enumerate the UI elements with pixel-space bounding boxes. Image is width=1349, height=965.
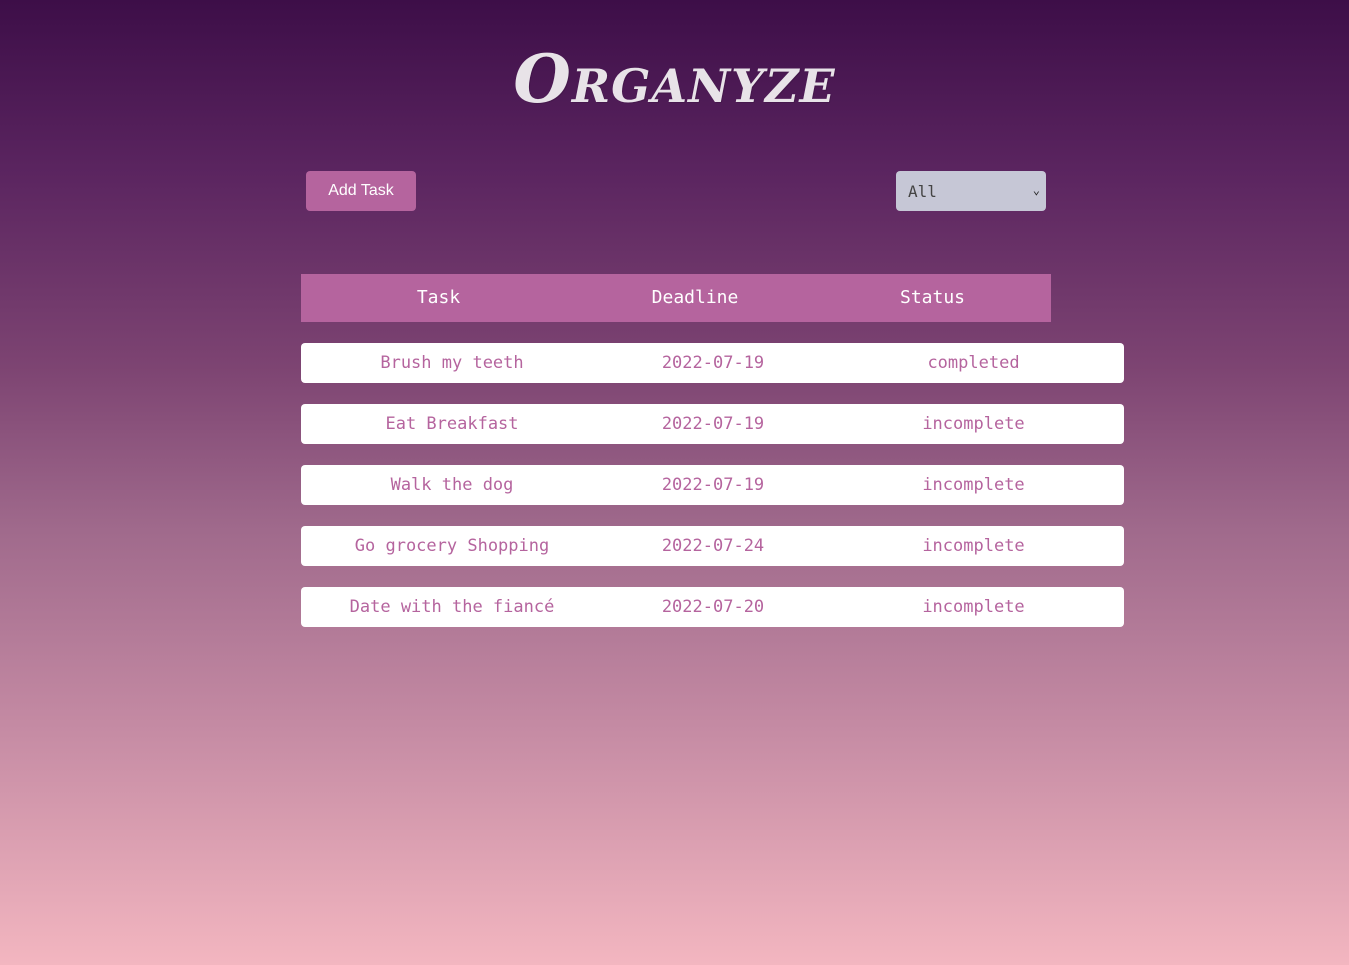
task-row[interactable]: Eat Breakfast 2022-07-19 incomplete [301,404,1124,444]
task-deadline: 2022-07-24 [661,536,765,556]
task-status[interactable]: incomplete [823,587,1124,627]
chevron-down-icon: ⌄ [1032,183,1040,197]
task-status[interactable]: incomplete [823,404,1124,444]
task-name: Go grocery Shopping [354,536,550,556]
app-title: Organyze [513,40,836,118]
task-deadline: 2022-07-20 [661,597,765,617]
task-deadline: 2022-07-19 [661,475,765,495]
task-status[interactable]: completed [823,343,1124,383]
header-deadline: Deadline [651,287,739,308]
task-name: Date with the fiancé [349,597,555,617]
task-row[interactable]: Date with the fiancé 2022-07-20 incomple… [301,587,1124,627]
task-name: Eat Breakfast [385,414,519,434]
task-deadline: 2022-07-19 [661,353,765,373]
task-deadline: 2022-07-19 [661,414,765,434]
header-task: Task [416,287,461,308]
task-status[interactable]: incomplete [823,465,1124,505]
task-row[interactable]: Brush my teeth 2022-07-19 completed [301,343,1124,383]
table-header: Task Deadline Status [301,274,1051,322]
status-filter-select[interactable]: All ⌄ [896,171,1046,211]
task-row[interactable]: Walk the dog 2022-07-19 incomplete [301,465,1124,505]
task-status[interactable]: incomplete [823,526,1124,566]
header-status: Status [899,287,966,308]
task-name: Walk the dog [390,475,514,495]
add-task-button[interactable]: Add Task [306,171,416,211]
task-name: Brush my teeth [380,353,524,373]
task-row[interactable]: Go grocery Shopping 2022-07-24 incomplet… [301,526,1124,566]
filter-selected-value: All [908,181,937,201]
